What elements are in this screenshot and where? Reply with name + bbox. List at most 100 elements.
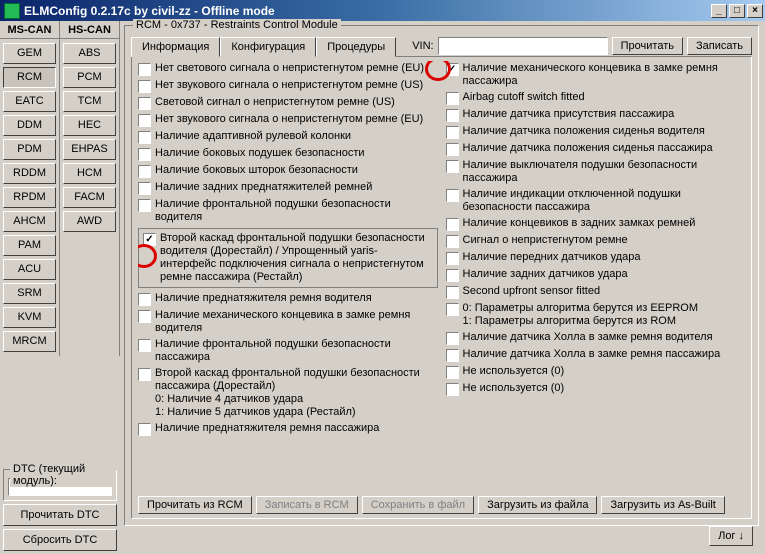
read-vin-button[interactable]: Прочитать (612, 37, 683, 55)
hscan-item-hcm[interactable]: HCM (63, 163, 116, 184)
close-button[interactable]: × (747, 4, 763, 18)
config-option[interactable]: Second upfront sensor fitted (446, 284, 746, 300)
checkbox[interactable] (138, 423, 151, 436)
checkbox[interactable] (138, 165, 151, 178)
checkbox[interactable] (446, 143, 459, 156)
checkbox[interactable] (446, 160, 459, 173)
checkbox[interactable] (138, 199, 151, 212)
tab-config[interactable]: Конфигурация (220, 37, 316, 57)
config-option[interactable]: Нет светового сигнала о непристегнутом р… (138, 61, 438, 77)
hscan-item-facm[interactable]: FACM (63, 187, 116, 208)
hscan-item-ehpas[interactable]: EHPAS (63, 139, 116, 160)
maximize-button[interactable]: □ (729, 4, 745, 18)
checkbox[interactable] (138, 368, 151, 381)
vin-input[interactable] (438, 37, 608, 55)
config-option[interactable]: Наличие механического концевика в замке … (138, 308, 438, 336)
config-option[interactable]: Наличие передних датчиков удара (446, 250, 746, 266)
checkbox[interactable] (138, 80, 151, 93)
hscan-item-hec[interactable]: HEC (63, 115, 116, 136)
config-option[interactable]: Наличие боковых подушек безопасности (138, 146, 438, 162)
config-option[interactable]: Световой сигнал о непристегнутом ремне (… (138, 95, 438, 111)
tab-info[interactable]: Информация (131, 37, 220, 57)
config-option[interactable]: Второй каскад фронтальной подушки безопа… (138, 366, 438, 420)
mscan-item-ahcm[interactable]: AHCM (3, 211, 56, 232)
config-option[interactable]: Наличие выключателя подушки безопасности… (446, 158, 746, 186)
checkbox[interactable] (138, 114, 151, 127)
checkbox[interactable] (138, 148, 151, 161)
mscan-item-rcm[interactable]: RCM (3, 67, 56, 88)
checkbox[interactable] (446, 366, 459, 379)
mscan-item-pam[interactable]: PAM (3, 235, 56, 256)
write-to-rcm-button[interactable]: Записать в RCM (256, 496, 358, 514)
config-option[interactable]: Наличие задних датчиков удара (446, 267, 746, 283)
mscan-item-rpdm[interactable]: RPDM (3, 187, 56, 208)
config-option[interactable]: Наличие задних преднатяжителей ремней (138, 180, 438, 196)
write-vin-button[interactable]: Записать (687, 37, 752, 55)
config-option[interactable]: Airbag cutoff switch fitted (446, 90, 746, 106)
config-option[interactable]: Наличие механического концевика в замке … (446, 61, 746, 89)
hscan-item-pcm[interactable]: PCM (63, 67, 116, 88)
checkbox[interactable] (446, 383, 459, 396)
checkbox[interactable] (446, 252, 459, 265)
mscan-item-srm[interactable]: SRM (3, 283, 56, 304)
mscan-item-rddm[interactable]: RDDM (3, 163, 56, 184)
checkbox[interactable] (446, 269, 459, 282)
config-option[interactable]: Наличие боковых шторок безопасности (138, 163, 438, 179)
config-option[interactable]: Не используется (0) (446, 381, 746, 397)
checkbox[interactable] (138, 131, 151, 144)
hscan-item-tcm[interactable]: TCM (63, 91, 116, 112)
clear-dtc-button[interactable]: Сбросить DTC (3, 529, 117, 551)
checkbox[interactable] (446, 235, 459, 248)
checkbox[interactable] (138, 339, 151, 352)
minimize-button[interactable]: _ (711, 4, 727, 18)
config-option[interactable]: 0: Параметры алгоритма берутся из EEPROM… (446, 301, 746, 329)
config-option[interactable]: Наличие фронтальной подушки безопасности… (138, 337, 438, 365)
hscan-item-awd[interactable]: AWD (63, 211, 116, 232)
mscan-item-pdm[interactable]: PDM (3, 139, 56, 160)
hscan-item-abs[interactable]: ABS (63, 43, 116, 64)
mscan-item-eatc[interactable]: EATC (3, 91, 56, 112)
tab-proc[interactable]: Процедуры (316, 37, 396, 57)
mscan-item-gem[interactable]: GEM (3, 43, 56, 64)
read-from-rcm-button[interactable]: Прочитать из RCM (138, 496, 252, 514)
checkbox[interactable] (446, 218, 459, 231)
checkbox[interactable] (446, 92, 459, 105)
mscan-item-acu[interactable]: ACU (3, 259, 56, 280)
checkbox[interactable] (138, 97, 151, 110)
load-from-file-button[interactable]: Загрузить из файла (478, 496, 597, 514)
config-option[interactable]: Наличие преднатяжителя ремня пассажира (138, 421, 438, 437)
config-option[interactable]: Наличие адаптивной рулевой колонки (138, 129, 438, 145)
mscan-item-mrcm[interactable]: MRCM (3, 331, 56, 352)
read-dtc-button[interactable]: Прочитать DTC (3, 504, 117, 526)
config-option[interactable]: Наличие датчика положения сиденья водите… (446, 124, 746, 140)
log-toggle-button[interactable]: Лог ↓ (709, 526, 753, 546)
config-option[interactable]: Наличие преднатяжителя ремня водителя (138, 291, 438, 307)
config-option[interactable]: Нет звукового сигнала о непристегнутом р… (138, 78, 438, 94)
config-option[interactable]: Наличие датчика положения сиденья пассаж… (446, 141, 746, 157)
save-to-file-button[interactable]: Сохранить в файл (362, 496, 474, 514)
config-option[interactable]: Наличие датчика Холла в замке ремня води… (446, 330, 746, 346)
checkbox[interactable] (446, 303, 459, 316)
checkbox[interactable] (446, 286, 459, 299)
mscan-item-ddm[interactable]: DDM (3, 115, 56, 136)
checkbox[interactable] (138, 293, 151, 306)
config-option[interactable]: Наличие концевиков в задних замках ремне… (446, 216, 746, 232)
checkbox[interactable] (138, 182, 151, 195)
config-option[interactable]: Нет звукового сигнала о непристегнутом р… (138, 112, 438, 128)
load-from-asbuilt-button[interactable]: Загрузить из As-Built (601, 496, 724, 514)
config-option[interactable]: Наличие датчика Холла в замке ремня пасс… (446, 347, 746, 363)
config-option[interactable]: Наличие датчика присутствия пассажира (446, 107, 746, 123)
config-option[interactable]: Сигнал о непристегнутом ремне (446, 233, 746, 249)
config-option[interactable]: Второй каскад фронтальной подушки безопа… (138, 228, 438, 288)
mscan-item-kvm[interactable]: KVM (3, 307, 56, 328)
checkbox[interactable] (138, 310, 151, 323)
checkbox[interactable] (446, 332, 459, 345)
checkbox[interactable] (446, 126, 459, 139)
config-option[interactable]: Не используется (0) (446, 364, 746, 380)
checkbox[interactable] (143, 233, 156, 246)
checkbox[interactable] (446, 189, 459, 202)
checkbox[interactable] (446, 349, 459, 362)
checkbox[interactable] (446, 63, 459, 76)
checkbox[interactable] (446, 109, 459, 122)
checkbox[interactable] (138, 63, 151, 76)
